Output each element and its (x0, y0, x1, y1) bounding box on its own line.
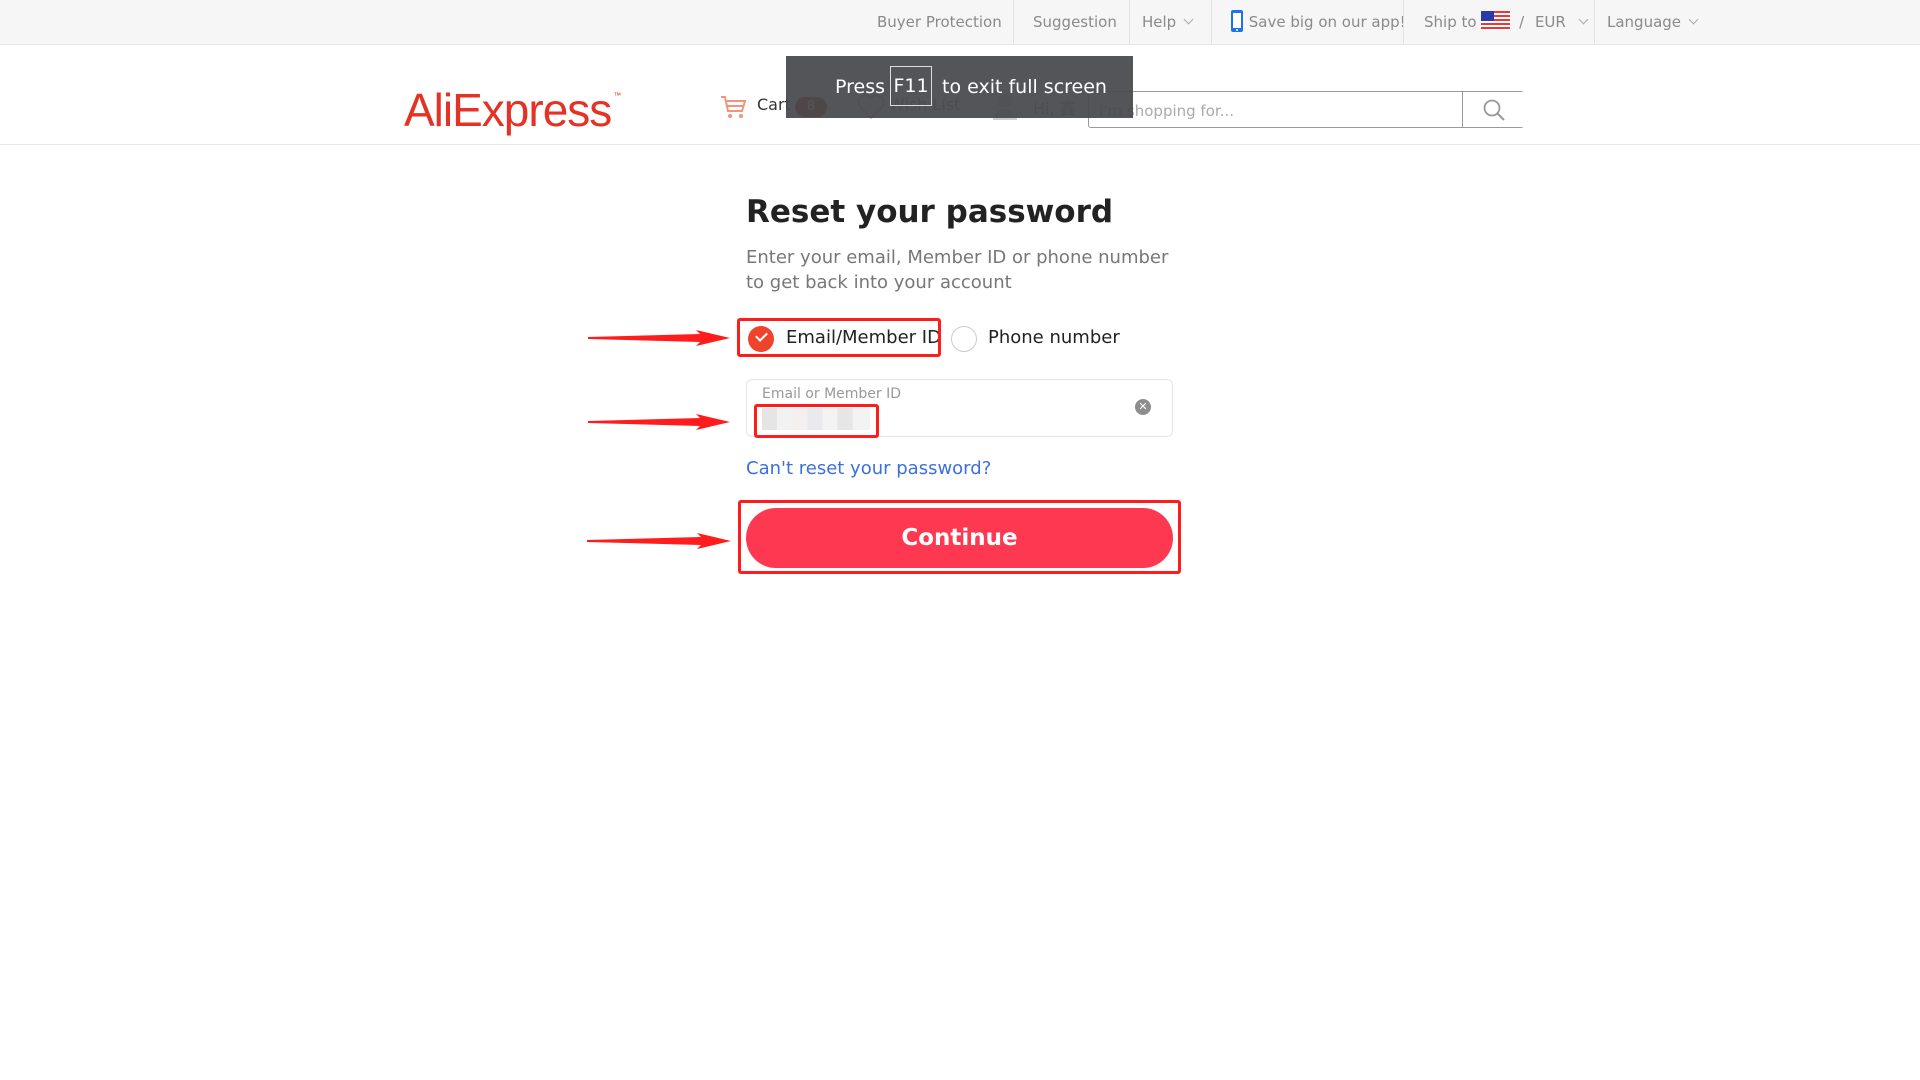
cart-icon[interactable] (720, 95, 747, 119)
currency-separator: / (1519, 13, 1525, 31)
divider (1129, 0, 1130, 44)
help-label: Help (1142, 13, 1177, 31)
field-label: Email or Member ID (762, 386, 902, 402)
language-label: Language (1607, 13, 1682, 31)
app-promo-link[interactable]: Save big on our app! (1230, 0, 1406, 44)
buyer-protection-link[interactable]: Buyer Protection (877, 0, 1002, 44)
page-subtitle: Enter your email, Member ID or phone num… (746, 247, 1169, 293)
app-promo-label: Save big on our app! (1248, 13, 1406, 31)
language-menu[interactable]: Language (1607, 0, 1699, 44)
divider (1013, 0, 1014, 44)
chevron-down-icon (1578, 14, 1589, 25)
fullscreen-exit-toast: Press F11 to exit full screen (786, 56, 1133, 118)
f11-key: F11 (890, 66, 932, 106)
radio-label-phone[interactable]: Phone number (988, 327, 1120, 348)
toast-message: to exit full screen (942, 76, 1107, 98)
us-flag-icon (1481, 11, 1511, 30)
chevron-down-icon (1688, 14, 1699, 25)
highlight-box-radio (737, 318, 941, 357)
arrow-annotation (588, 414, 730, 430)
top-bar: Buyer Protection Suggestion Help Save bi… (0, 0, 1920, 45)
arrow-annotation (587, 533, 731, 549)
divider (1594, 0, 1595, 44)
chevron-down-icon (1183, 14, 1194, 25)
search-input[interactable] (1089, 92, 1471, 129)
search-icon (1483, 99, 1505, 121)
divider (1211, 0, 1212, 44)
currency-label: EUR (1534, 13, 1566, 31)
page-title: Reset your password (746, 194, 1114, 230)
logo-text: AliExpress (404, 84, 612, 136)
arrow-annotation (588, 330, 730, 346)
help-menu[interactable]: Help (1142, 0, 1194, 44)
divider (1403, 0, 1404, 44)
radio-unchecked-icon[interactable] (951, 326, 977, 352)
cant-reset-password-link[interactable]: Can't reset your password? (746, 458, 991, 479)
aliexpress-logo[interactable]: AliExpress ™ (404, 83, 621, 137)
ship-to-label: Ship to (1424, 13, 1477, 31)
toast-press: Press (835, 76, 886, 98)
suggestion-link[interactable]: Suggestion (1033, 0, 1117, 44)
clear-icon[interactable]: ✕ (1135, 399, 1151, 415)
logo-tm: ™ (613, 91, 621, 100)
highlight-box-input (754, 404, 879, 438)
phone-icon (1231, 9, 1243, 32)
ship-to-menu[interactable]: Ship to / EUR (1424, 0, 1589, 44)
search-bar (1088, 91, 1524, 129)
highlight-box-continue (738, 500, 1181, 574)
search-button[interactable] (1462, 92, 1524, 127)
